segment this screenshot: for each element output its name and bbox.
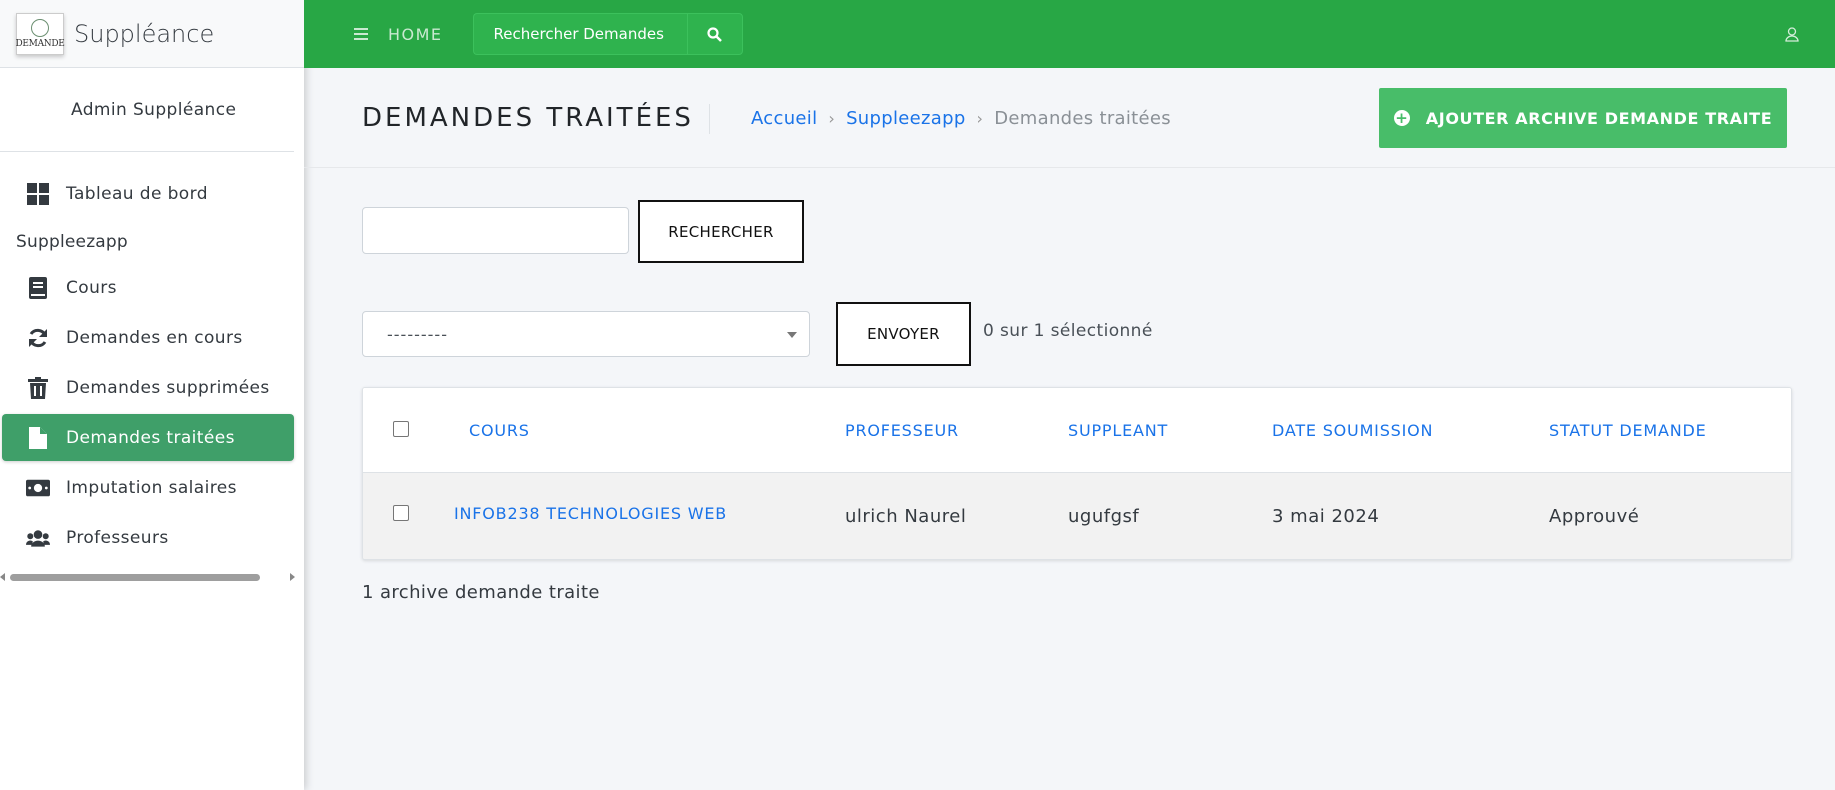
scroll-right-arrow-icon[interactable] (290, 573, 295, 581)
refresh-icon (26, 326, 50, 350)
row-suppleant: ugufgsf (1068, 506, 1140, 527)
breadcrumb-separator: › (976, 109, 984, 128)
row-professeur: ulrich Naurel (845, 506, 967, 527)
sidebar-item-label: Demandes en cours (66, 327, 243, 348)
column-header-statut-demande[interactable]: STATUT DEMANDE (1549, 421, 1707, 440)
sidebar-item-label: Tableau de bord (66, 183, 208, 204)
sidebar-item-imputation-salaires[interactable]: Imputation salaires (2, 464, 294, 511)
sidebar-item-professeurs[interactable]: Professeurs (2, 514, 294, 561)
plus-circle-icon: + (1393, 109, 1410, 127)
breadcrumb: Accueil › Suppleezapp › Demandes traitée… (751, 108, 1171, 129)
sidebar-item-label: Imputation salaires (66, 477, 237, 498)
search-button[interactable]: RECHERCHER (638, 200, 804, 263)
sidebar-item-demandes-en-cours[interactable]: Demandes en cours (2, 314, 294, 361)
scroll-left-arrow-icon[interactable] (0, 573, 5, 581)
top-navbar: HOME Rechercher Demandes (304, 0, 1835, 68)
sidebar-item-tableau-de-bord[interactable]: Tableau de bord (2, 170, 294, 217)
page-title: DEMANDES TRAITÉES (362, 103, 694, 133)
column-header-cours[interactable]: COURS (469, 421, 530, 440)
table-row: INFOB238 TECHNOLOGIES WEB ulrich Naurel … (363, 473, 1791, 559)
sidebar-item-cours[interactable]: Cours (2, 264, 294, 311)
dashboard-icon (26, 182, 50, 206)
search-input[interactable] (362, 207, 629, 254)
sidebar-item-demandes-traitees[interactable]: Demandes traitées (2, 414, 294, 461)
send-button[interactable]: ENVOYER (836, 302, 971, 366)
brand-name: Suppléance (74, 19, 215, 48)
action-select-value: --------- (387, 324, 448, 344)
breadcrumb-current: Demandes traitées (994, 108, 1171, 129)
sidebar-item-label: Demandes supprimées (66, 377, 270, 398)
result-count: 1 archive demande traite (362, 582, 600, 603)
sidebar-item-label: Professeurs (66, 527, 169, 548)
sidebar-horizontal-scrollbar[interactable] (0, 572, 300, 582)
sidebar-nav: Tableau de bord Suppleezapp Cours Demand… (0, 152, 304, 561)
row-date-soumission: 3 mai 2024 (1272, 506, 1380, 527)
selected-count: 0 sur 1 sélectionné (983, 321, 1153, 341)
sidebar-item-demandes-supprimees[interactable]: Demandes supprimées (2, 364, 294, 411)
sidebar: DEMANDE Suppléance Admin Suppléance Tabl… (0, 0, 304, 790)
results-table: COURS PROFESSEUR SUPPLEANT DATE SOUMISSI… (362, 387, 1792, 560)
navbar-search-button[interactable] (686, 13, 743, 55)
brand-logo-text: DEMANDE (15, 38, 65, 49)
content-header: DEMANDES TRAITÉES Accueil › Suppleezapp … (304, 68, 1835, 168)
trash-icon (26, 376, 50, 400)
row-cours-link[interactable]: INFOB238 TECHNOLOGIES WEB (454, 504, 727, 523)
sidebar-section-header: Suppleezapp (16, 232, 128, 252)
money-icon (26, 476, 50, 500)
search-icon (707, 26, 722, 42)
action-select[interactable]: --------- (362, 311, 810, 357)
title-divider (709, 104, 710, 134)
seal-icon (31, 18, 49, 37)
navbar-search: Rechercher Demandes (472, 13, 743, 55)
column-header-date-soumission[interactable]: DATE SOUMISSION (1272, 421, 1433, 440)
column-header-professeur[interactable]: PROFESSEUR (845, 421, 959, 440)
file-icon (26, 426, 50, 450)
breadcrumb-suppleezapp[interactable]: Suppleezapp (846, 108, 965, 129)
user-name: Admin Suppléance (71, 99, 237, 120)
table-header: COURS PROFESSEUR SUPPLEANT DATE SOUMISSI… (363, 388, 1791, 473)
add-archive-button[interactable]: + AJOUTER ARCHIVE DEMANDE TRAITE (1379, 88, 1787, 148)
row-checkbox[interactable] (393, 505, 409, 521)
scrollbar-thumb[interactable] (10, 574, 260, 581)
users-icon (26, 526, 50, 550)
row-statut-demande: Approuvé (1549, 506, 1640, 527)
brand-logo: DEMANDE (15, 12, 65, 55)
sidebar-item-label: Cours (66, 277, 117, 298)
navbar-search-input[interactable]: Rechercher Demandes (472, 13, 687, 55)
column-header-suppleant[interactable]: SUPPLEANT (1068, 421, 1168, 440)
breadcrumb-separator: › (828, 109, 836, 128)
book-icon (26, 276, 50, 300)
sidebar-item-label: Demandes traitées (66, 427, 235, 448)
home-link[interactable]: HOME (388, 25, 443, 44)
add-archive-button-label: AJOUTER ARCHIVE DEMANDE TRAITE (1425, 108, 1773, 128)
user-menu-icon[interactable] (1785, 27, 1799, 46)
user-panel[interactable]: Admin Suppléance (0, 68, 294, 152)
brand-link[interactable]: DEMANDE Suppléance (0, 0, 304, 68)
chevron-down-icon (787, 332, 797, 338)
select-all-checkbox[interactable] (393, 421, 409, 437)
menu-toggle-icon[interactable] (354, 28, 368, 40)
breadcrumb-accueil[interactable]: Accueil (751, 108, 817, 129)
